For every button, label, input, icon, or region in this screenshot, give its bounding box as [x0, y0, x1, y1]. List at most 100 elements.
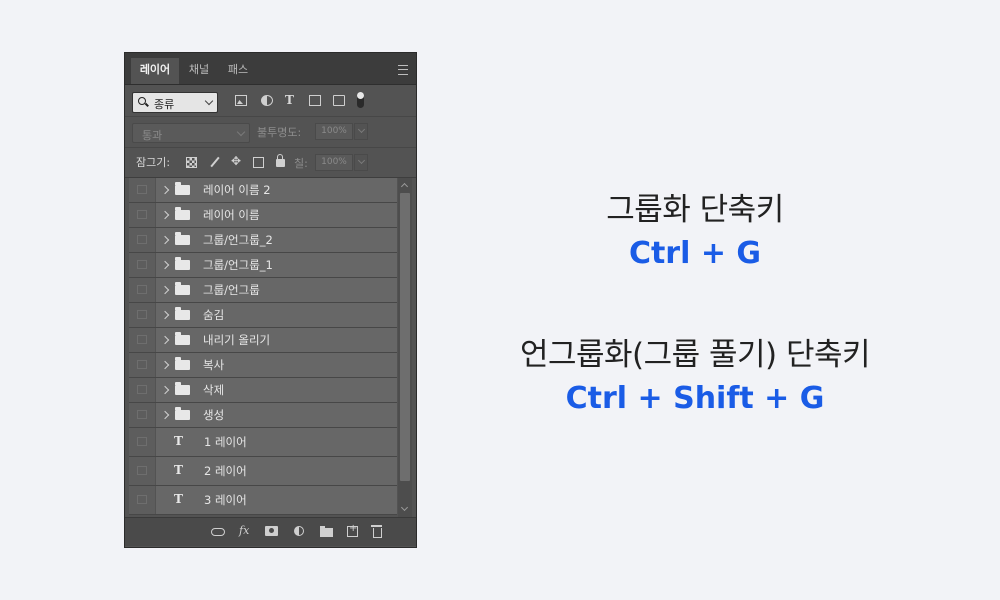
- filter-toggle-icon[interactable]: [357, 92, 364, 108]
- tab-channels[interactable]: 채널: [181, 58, 217, 84]
- expand-chevron-icon[interactable]: [160, 235, 170, 245]
- visibility-toggle[interactable]: [129, 328, 156, 352]
- layer-name: 2 레이어: [204, 464, 247, 478]
- shape-filter-icon[interactable]: [309, 95, 321, 106]
- visibility-toggle[interactable]: [129, 253, 156, 277]
- folder-icon: [175, 257, 190, 270]
- fill-input[interactable]: 100%: [315, 154, 353, 171]
- filter-row: 종류 T: [125, 84, 416, 117]
- blend-row: 통과 불투명도: 100%: [125, 117, 416, 148]
- layer-group-row[interactable]: 그룹/언그룹_2: [129, 228, 397, 253]
- layer-group-row[interactable]: 레이어 이름: [129, 203, 397, 228]
- ungroup-shortcut-key: Ctrl + Shift + G: [565, 381, 825, 416]
- tab-layers[interactable]: 레이어: [131, 58, 179, 84]
- expand-chevron-icon[interactable]: [160, 210, 170, 220]
- smart-object-filter-icon[interactable]: [333, 95, 345, 106]
- layer-group-row[interactable]: 숨김: [129, 303, 397, 328]
- layer-name: 복사: [203, 358, 225, 372]
- folder-icon: [175, 307, 190, 320]
- lock-image-pixels-icon[interactable]: [209, 157, 220, 168]
- link-layers-icon[interactable]: [211, 528, 225, 536]
- fill-label: 칠:: [294, 157, 308, 170]
- new-group-icon[interactable]: [320, 526, 333, 537]
- new-adjustment-layer-icon[interactable]: [294, 526, 304, 536]
- scrollbar-thumb[interactable]: [400, 193, 410, 481]
- chevron-down-icon: [204, 96, 214, 106]
- layer-group-row[interactable]: 내리기 올리기: [129, 328, 397, 353]
- layer-list-scrollbar[interactable]: [398, 178, 412, 517]
- lock-all-icon[interactable]: [276, 154, 285, 167]
- layer-group-row[interactable]: 그룹/언그룹: [129, 278, 397, 303]
- text-layer-icon: T: [174, 463, 183, 477]
- opacity-dropdown[interactable]: [354, 123, 368, 140]
- text-layer-row[interactable]: T 3 레이어: [129, 486, 397, 515]
- layer-style-fx-icon[interactable]: fx: [239, 524, 249, 537]
- lock-artboard-icon[interactable]: [253, 157, 264, 168]
- layer-group-row[interactable]: 삭제: [129, 378, 397, 403]
- lock-transparent-pixels-icon[interactable]: [186, 157, 197, 168]
- scroll-down-icon[interactable]: [400, 503, 409, 512]
- delete-layer-icon[interactable]: [371, 525, 382, 538]
- folder-icon: [175, 232, 190, 245]
- expand-chevron-icon[interactable]: [160, 410, 170, 420]
- visibility-toggle[interactable]: [129, 178, 156, 202]
- layer-name: 그룹/언그룹_1: [203, 258, 273, 272]
- text-layer-icon: T: [174, 492, 183, 506]
- blend-mode-select[interactable]: 통과: [132, 123, 250, 143]
- expand-chevron-icon[interactable]: [160, 260, 170, 270]
- layer-name: 그룹/언그룹_2: [203, 233, 273, 247]
- group-shortcut-title: 그룹화 단축키: [606, 192, 784, 228]
- expand-chevron-icon[interactable]: [160, 335, 170, 345]
- visibility-toggle[interactable]: [129, 428, 156, 456]
- folder-icon: [175, 282, 190, 295]
- new-layer-icon[interactable]: [347, 523, 358, 537]
- visibility-toggle[interactable]: [129, 203, 156, 227]
- visibility-toggle[interactable]: [129, 403, 156, 427]
- layer-name: 1 레이어: [204, 435, 247, 449]
- filter-kind-select[interactable]: 종류: [132, 92, 218, 113]
- visibility-toggle[interactable]: [129, 278, 156, 302]
- opacity-input[interactable]: 100%: [315, 123, 353, 140]
- layer-group-row[interactable]: 복사: [129, 353, 397, 378]
- expand-chevron-icon[interactable]: [160, 385, 170, 395]
- panel-bottom-toolbar: fx: [125, 517, 416, 546]
- layer-group-row[interactable]: 생성: [129, 403, 397, 428]
- chevron-down-icon: [236, 127, 246, 137]
- panel-tab-bar: 레이어 채널 패스: [125, 53, 416, 85]
- expand-chevron-icon[interactable]: [160, 185, 170, 195]
- folder-icon: [175, 357, 190, 370]
- text-layer-icon: T: [174, 434, 183, 448]
- filter-kind-label: 종류: [154, 98, 175, 111]
- layer-name: 삭제: [203, 383, 225, 397]
- visibility-toggle[interactable]: [129, 486, 156, 514]
- layer-list: 레이어 이름 2 레이어 이름그룹/언그룹_2 그룹/언그룹_1 그룹/언그룹숨김내리…: [129, 178, 397, 517]
- expand-chevron-icon[interactable]: [160, 310, 170, 320]
- visibility-toggle[interactable]: [129, 228, 156, 252]
- folder-icon: [175, 182, 190, 195]
- lock-position-icon[interactable]: ✥: [231, 154, 242, 168]
- layers-panel: 레이어 채널 패스 종류 T 통과 불투명도: 100% 잠그기: ✥ 칠: 1…: [124, 52, 417, 548]
- visibility-toggle[interactable]: [129, 378, 156, 402]
- expand-chevron-icon[interactable]: [160, 285, 170, 295]
- scroll-up-icon[interactable]: [400, 182, 409, 191]
- layer-name: 그룹/언그룹: [203, 283, 260, 297]
- panel-menu-icon[interactable]: [398, 65, 408, 75]
- visibility-toggle[interactable]: [129, 303, 156, 327]
- pixel-filter-icon[interactable]: [235, 95, 247, 106]
- ungroup-shortcut-title: 언그룹화(그룹 풀기) 단축키: [519, 337, 871, 373]
- visibility-toggle[interactable]: [129, 353, 156, 377]
- opacity-label: 불투명도:: [257, 126, 302, 139]
- tab-paths[interactable]: 패스: [219, 58, 257, 84]
- text-layer-row[interactable]: T 1 레이어: [129, 428, 397, 457]
- folder-icon: [175, 407, 190, 420]
- layer-group-row[interactable]: 그룹/언그룹_1: [129, 253, 397, 278]
- fill-dropdown[interactable]: [354, 154, 368, 171]
- adjustment-filter-icon[interactable]: [261, 95, 273, 106]
- text-filter-icon[interactable]: T: [285, 93, 297, 107]
- layer-group-row[interactable]: 레이어 이름 2: [129, 178, 397, 203]
- layer-name: 숨김: [203, 308, 225, 322]
- expand-chevron-icon[interactable]: [160, 360, 170, 370]
- visibility-toggle[interactable]: [129, 457, 156, 485]
- text-layer-row[interactable]: T 2 레이어: [129, 457, 397, 486]
- add-mask-icon[interactable]: [265, 526, 278, 536]
